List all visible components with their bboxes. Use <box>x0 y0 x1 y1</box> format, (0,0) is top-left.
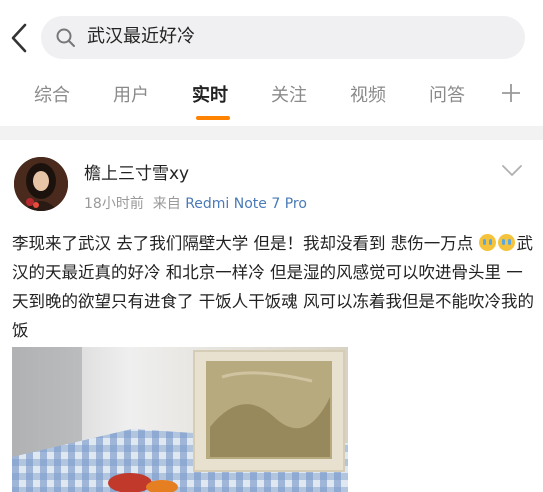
tab-qa[interactable]: 问答 <box>429 84 465 108</box>
tab-following[interactable]: 关注 <box>271 84 307 108</box>
post-meta: 18小时前 来自 Redmi Note 7 Pro <box>84 194 307 214</box>
active-tab-indicator <box>196 116 230 120</box>
crying-face-icon <box>498 234 516 251</box>
section-divider <box>0 126 543 140</box>
source-prefix: 来自 <box>152 196 181 212</box>
top-bar: 武汉最近好冷 <box>0 0 543 68</box>
search-query: 武汉最近好冷 <box>87 26 195 47</box>
tab-realtime[interactable]: 实时 <box>192 84 228 108</box>
post-source[interactable]: Redmi Note 7 Pro <box>185 196 307 212</box>
tab-comprehensive[interactable]: 综合 <box>34 84 70 108</box>
username[interactable]: 檐上三寸雪xy <box>84 162 189 186</box>
tab-video[interactable]: 视频 <box>350 84 386 108</box>
post-time: 18小时前 <box>84 196 144 212</box>
crying-face-icon <box>479 234 497 251</box>
search-input[interactable]: 武汉最近好冷 <box>41 16 525 59</box>
tab-bar: 综合 用户 实时 关注 视频 问答 <box>0 68 543 126</box>
chevron-down-icon[interactable] <box>501 164 523 178</box>
add-tab-icon[interactable] <box>500 82 522 104</box>
post-text: 李现来了武汉 去了我们隔壁大学 但是！我却没看到 悲伤一万点 武汉的天最近真的好… <box>12 229 534 345</box>
post-card: 檐上三寸雪xy 18小时前 来自 Redmi Note 7 Pro 李现来了武汉… <box>0 140 543 492</box>
tab-users[interactable]: 用户 <box>113 84 149 108</box>
search-icon <box>56 28 75 47</box>
back-arrow-icon[interactable] <box>8 22 30 54</box>
post-image[interactable] <box>12 347 348 492</box>
avatar[interactable] <box>14 157 68 211</box>
post-text-part-1: 李现来了武汉 去了我们隔壁大学 但是！我却没看到 悲伤一万点 <box>12 234 479 253</box>
